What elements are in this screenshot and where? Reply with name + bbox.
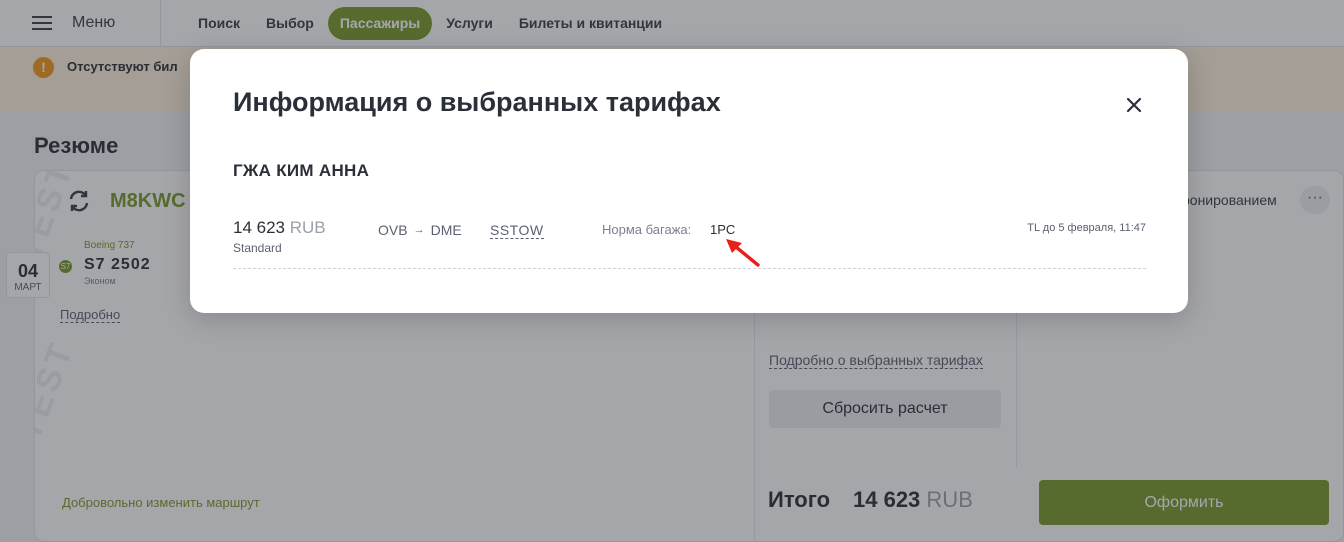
- ticketing-time-limit: TL до 5 февраля, 11:47: [1027, 222, 1146, 234]
- baggage-allowance-label: Норма багажа:: [602, 222, 692, 237]
- fare-basis-code[interactable]: SSTOW: [490, 222, 544, 239]
- fare-class: Standard: [233, 241, 282, 255]
- fare-price-value: 14 623: [233, 218, 285, 237]
- modal-title: Информация о выбранных тарифах: [233, 87, 721, 117]
- fare-route: OVB → DME: [378, 222, 462, 238]
- route-destination: DME: [430, 222, 462, 238]
- close-icon[interactable]: [1122, 93, 1146, 117]
- fare-price: 14 623 RUB: [233, 218, 326, 238]
- annotation-arrow-icon: [726, 239, 760, 267]
- passenger-name: ГЖА КИМ АННА: [233, 161, 370, 180]
- route-origin: OVB: [378, 222, 408, 238]
- arrow-right-icon: →: [413, 224, 425, 236]
- fare-info-modal: Информация о выбранных тарифах ГЖА КИМ А…: [190, 49, 1188, 313]
- fare-currency: RUB: [289, 218, 326, 237]
- row-divider: [233, 268, 1146, 269]
